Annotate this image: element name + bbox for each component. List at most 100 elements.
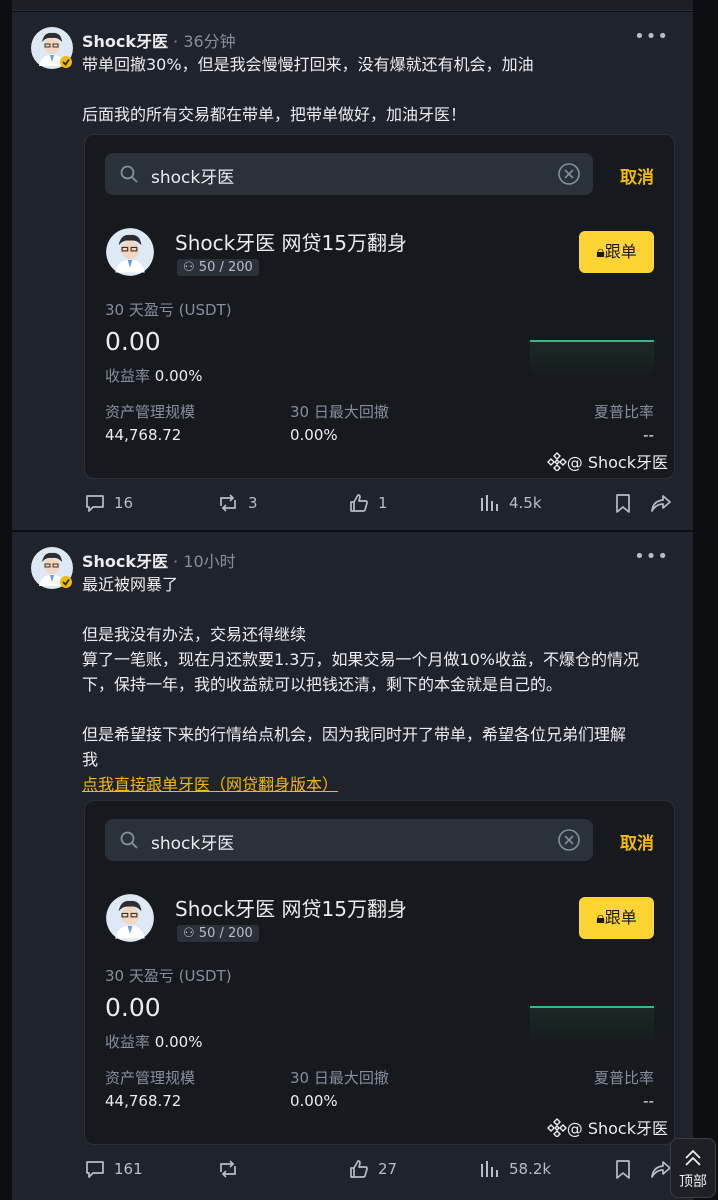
pnl-label: 30 天盈亏 (USDT) bbox=[105, 301, 232, 319]
views-count: 58.2k bbox=[509, 1160, 552, 1178]
bookmark-icon bbox=[616, 1160, 630, 1179]
copy-trade-link[interactable]: 点我直接跟单牙医（网贷翻身版本） bbox=[82, 775, 338, 794]
members-badge: ⚇ 50 / 200 bbox=[177, 259, 259, 276]
bookmark-button[interactable] bbox=[613, 492, 633, 514]
thumbs-up-icon bbox=[350, 494, 368, 512]
mdd-value: 0.00% bbox=[290, 1092, 338, 1110]
post-text-line: 后面我的所有交易都在带单，把带单做好，加油牙医！ bbox=[82, 105, 467, 124]
post-text-line: 下，保持一年，我的收益就可以把钱还清，剩下的本金就是自己的。 bbox=[82, 675, 563, 694]
share-button[interactable] bbox=[649, 492, 673, 514]
views-chart-icon bbox=[481, 495, 498, 511]
repost-button[interactable] bbox=[216, 1158, 248, 1180]
post-text-line: 最近被网暴了 bbox=[82, 575, 179, 594]
previous-post-edge bbox=[12, 0, 693, 11]
copy-trade-label: 跟单 bbox=[604, 908, 637, 927]
sharpe-label: 夏普比率 bbox=[593, 1069, 654, 1087]
views-button[interactable]: 58.2k bbox=[479, 1158, 551, 1180]
mdd-label: 30 日最大回撤 bbox=[290, 403, 389, 421]
clear-icon[interactable] bbox=[557, 162, 581, 190]
share-icon bbox=[651, 495, 671, 512]
like-button[interactable]: 27 bbox=[348, 1158, 397, 1180]
more-options-icon[interactable]: ••• bbox=[634, 26, 669, 47]
portfolio-title: Shock牙医 网贷15万翻身 bbox=[175, 897, 407, 921]
post-text-line: 但是希望接下来的行情给点机会，因为我同时开了带单，希望各位兄弟们理解 bbox=[82, 725, 627, 744]
views-count: 4.5k bbox=[509, 494, 542, 512]
cancel-button[interactable]: 取消 bbox=[620, 163, 654, 188]
repost-icon bbox=[220, 494, 236, 512]
copy-trading-card[interactable]: shock牙医 取消 Shock牙医 网贷15万翻身 ⚇ 50 / 200 🔒︎… bbox=[84, 134, 675, 479]
post-time: · 10小时 bbox=[173, 552, 236, 571]
copy-trade-button[interactable]: 🔒︎跟单 bbox=[579, 897, 654, 939]
post-actions: 161 27 58.2k bbox=[12, 1158, 693, 1188]
repost-button[interactable]: 3 bbox=[216, 492, 258, 514]
search-bar[interactable]: shock牙医 bbox=[105, 153, 593, 195]
watermark: @ Shock牙医 bbox=[546, 449, 668, 473]
search-text: shock牙医 bbox=[151, 834, 235, 854]
post-text-line: 带单回撤30%，但是我会慢慢打回来，没有爆就还有机会，加油 bbox=[82, 55, 534, 74]
post-header: Shock牙医 · 36分钟 bbox=[82, 28, 236, 52]
roi: 收益率 0.00% bbox=[105, 1031, 202, 1052]
cancel-button[interactable]: 取消 bbox=[620, 829, 654, 854]
trader-avatar bbox=[105, 227, 155, 277]
back-to-top-label: 顶部 bbox=[679, 1174, 707, 1190]
comment-button[interactable]: 16 bbox=[84, 492, 133, 514]
views-button[interactable]: 4.5k bbox=[479, 492, 542, 514]
pnl-chart-line bbox=[530, 1006, 654, 1008]
comment-icon bbox=[86, 495, 104, 512]
post-header: Shock牙医 · 10小时 bbox=[82, 548, 236, 572]
copy-trade-label: 跟单 bbox=[604, 242, 637, 261]
post-text-line bbox=[82, 597, 682, 622]
post-text-line: 算了一笔账，现在月还款要1.3万，如果交易一个月做10%收益，不爆仓的情况 bbox=[82, 650, 640, 669]
bookmark-button[interactable] bbox=[613, 1158, 633, 1180]
pnl-chart-area bbox=[530, 1008, 654, 1042]
aum-label: 资产管理规模 bbox=[105, 403, 196, 421]
trader-avatar bbox=[105, 893, 155, 943]
post-text-line bbox=[82, 697, 682, 722]
aum-value: 44,768.72 bbox=[105, 426, 182, 444]
roi-label: 收益率 bbox=[105, 1033, 151, 1051]
search-bar[interactable]: shock牙医 bbox=[105, 819, 593, 861]
post-text-line: 我 bbox=[82, 750, 99, 769]
pnl-chart-line bbox=[530, 340, 654, 342]
binance-logo-icon bbox=[546, 452, 567, 472]
more-options-icon[interactable]: ••• bbox=[634, 546, 669, 567]
copy-trading-card[interactable]: shock牙医 取消 Shock牙医 网贷15万翻身 ⚇ 50 / 200 🔒︎… bbox=[84, 800, 675, 1145]
comment-count: 161 bbox=[114, 1160, 143, 1178]
roi: 收益率 0.00% bbox=[105, 365, 202, 386]
back-to-top-button[interactable]: 顶部 bbox=[670, 1138, 716, 1198]
pnl-value: 0.00 bbox=[105, 993, 161, 1022]
pnl-label: 30 天盈亏 (USDT) bbox=[105, 967, 232, 985]
lock-icon: 🔒︎ bbox=[596, 908, 605, 927]
copy-trade-button[interactable]: 🔒︎跟单 bbox=[579, 231, 654, 273]
clear-icon[interactable] bbox=[557, 828, 581, 856]
mdd-label: 30 日最大回撤 bbox=[290, 1069, 389, 1087]
watermark-text: @ Shock牙医 bbox=[566, 1119, 668, 1138]
comment-button[interactable]: 161 bbox=[84, 1158, 143, 1180]
lock-icon: 🔒︎ bbox=[596, 242, 605, 261]
avatar[interactable] bbox=[30, 546, 74, 590]
post-actions: 16 3 1 4.5k bbox=[12, 492, 693, 522]
pnl-value: 0.00 bbox=[105, 327, 161, 356]
thumbs-up-icon bbox=[350, 1160, 368, 1178]
views-chart-icon bbox=[481, 1161, 498, 1177]
members-badge: ⚇ 50 / 200 bbox=[177, 925, 259, 942]
sharpe-value: -- bbox=[643, 426, 654, 444]
like-count: 1 bbox=[378, 494, 388, 512]
search-icon bbox=[119, 164, 139, 188]
author-name[interactable]: Shock牙医 bbox=[82, 552, 168, 571]
post-text-line bbox=[82, 77, 682, 102]
roi-label: 收益率 bbox=[105, 367, 151, 385]
comment-count: 16 bbox=[114, 494, 134, 512]
members-count: 50 / 200 bbox=[198, 260, 253, 275]
sharpe-label: 夏普比率 bbox=[593, 403, 654, 421]
like-button[interactable]: 1 bbox=[348, 492, 388, 514]
like-count: 27 bbox=[378, 1160, 398, 1178]
post: Shock牙医 · 36分钟 ••• 带单回撤30%，但是我会慢慢打回来，没有爆… bbox=[12, 12, 693, 530]
avatar[interactable] bbox=[30, 26, 74, 70]
post-text-line: 但是我没有办法，交易还得继续 bbox=[82, 625, 307, 644]
post: Shock牙医 · 10小时 ••• 最近被网暴了 但是我没有办法，交易还得继续… bbox=[12, 532, 693, 1200]
users-icon: ⚇ bbox=[183, 926, 199, 941]
watermark: @ Shock牙医 bbox=[546, 1115, 668, 1139]
author-name[interactable]: Shock牙医 bbox=[82, 32, 168, 51]
search-icon bbox=[119, 830, 139, 854]
